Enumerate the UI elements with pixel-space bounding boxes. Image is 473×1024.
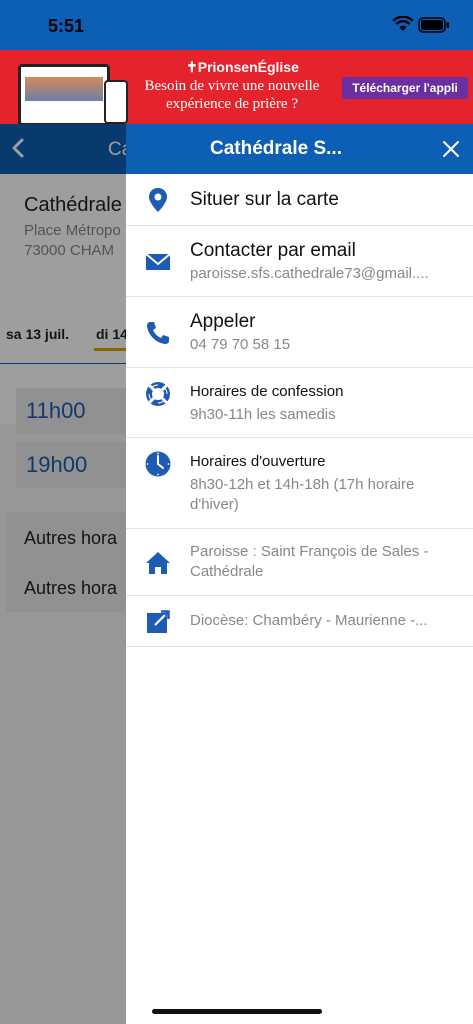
close-icon[interactable] [442,140,460,158]
ad-tablet-image [18,64,110,124]
side-drawer: Cathédrale S... Situer sur la carte Cont… [126,124,473,1024]
drawer-item-subtitle: 04 79 70 58 15 [190,336,291,353]
drawer-item-title: Appeler [190,311,256,332]
email-icon [145,253,171,270]
drawer-item-subtitle: 8h30-12h et 14h-18h (17h horaire d'hiver… [190,476,415,513]
drawer-item-title: Contacter par email [190,240,356,261]
home-icon [146,552,170,574]
phone-icon [147,322,169,344]
drawer-item-title: Diocèse: Chambéry - Maurienne -... [190,612,428,629]
lifebuoy-icon [146,382,170,406]
drawer-item-call[interactable]: Appeler 04 79 70 58 15 [126,297,473,368]
drawer-item-title: Horaires de confession [190,383,344,400]
drawer-item-opening-hours[interactable]: Horaires d'ouverture 8h30-12h et 14h-18h… [126,438,473,529]
drawer-item-subtitle: 9h30-11h les samedis [190,406,336,423]
drawer-item-title: Situer sur la carte [190,189,339,210]
battery-icon [418,17,449,33]
drawer-title: Cathédrale S... [210,138,342,159]
drawer-item-map[interactable]: Situer sur la carte [126,174,473,226]
drawer-item-parish[interactable]: Paroisse : Saint François de Sales - Cat… [126,529,473,596]
ad-download-button[interactable]: Télécharger l'appli [342,77,468,99]
drawer-item-email[interactable]: Contacter par email paroisse.sfs.cathedr… [126,226,473,297]
status-time: 5:51 [48,16,85,36]
wifi-icon [392,16,414,31]
drawer-item-subtitle: paroisse.sfs.cathedrale73@gmail.... [190,265,429,282]
drawer-item-diocese[interactable]: Diocèse: Chambéry - Maurienne -... [126,596,473,647]
home-indicator[interactable] [152,1009,322,1014]
ad-brand: ✝PrionsenÉglise [186,59,299,75]
clock-icon [145,451,171,477]
drawer-item-title: Horaires d'ouverture [190,453,326,470]
ad-phone-image [104,80,128,124]
drawer-item-title: Paroisse : Saint François de Sales - Cat… [190,543,429,580]
drawer-header: Cathédrale S... [126,124,473,174]
ad-tagline: Besoin de vivre une nouvelle expérience … [144,78,320,112]
map-pin-icon [149,188,167,212]
external-link-icon [147,610,170,633]
status-bar: 5:51 [0,0,473,50]
drawer-item-confession-hours[interactable]: Horaires de confession 9h30-11h les same… [126,368,473,438]
